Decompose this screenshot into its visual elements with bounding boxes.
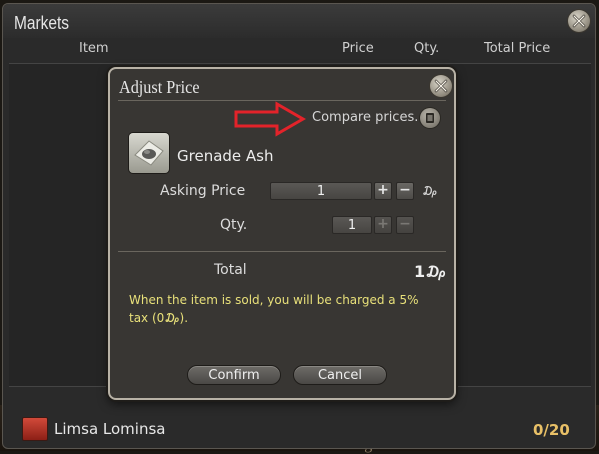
gil-icon: ₯ [422,184,438,198]
dialog-title: Adjust Price [119,77,200,97]
dialog-close-button[interactable] [430,75,452,97]
total-label: Total [214,262,247,278]
markets-titlebar[interactable] [3,4,595,38]
qty-input[interactable]: 1 [332,216,372,234]
total-divider [118,251,446,252]
annotation-arrow [234,101,307,137]
qty-decrease-button[interactable]: − [396,216,414,234]
cancel-button[interactable]: Cancel [293,365,387,385]
asking-price-decrease-button[interactable]: − [396,182,414,200]
tax-notice: When the item is sold, you will be charg… [129,293,419,325]
column-header-item[interactable]: Item [79,41,109,56]
markets-title: Markets [14,13,70,33]
markets-close-button[interactable] [568,10,590,32]
retainer-icon [22,417,48,441]
asking-price-input[interactable]: 1 [270,182,372,200]
grenade-ash-item-icon[interactable] [129,133,169,173]
total-value: 1₯ [414,262,448,281]
item-name: Grenade Ash [177,147,274,165]
qty-increase-button[interactable]: + [374,216,392,234]
compare-prices-icon [426,113,434,123]
retainer-location: Limsa Lominsa [54,420,166,438]
close-icon [434,79,448,93]
compare-prices-button[interactable] [420,108,440,128]
close-icon [572,14,586,28]
column-header-qty[interactable]: Qty. [414,41,439,56]
column-header-total-price[interactable]: Total Price [484,41,550,56]
asking-price-increase-button[interactable]: + [374,182,392,200]
column-header-price[interactable]: Price [342,41,374,56]
qty-label: Qty. [220,217,248,233]
asking-price-label: Asking Price [160,183,246,199]
listing-slots-count: 0/20 [533,421,570,439]
compare-prices-label[interactable]: Compare prices. [312,110,418,125]
confirm-button[interactable]: Confirm [187,365,281,385]
